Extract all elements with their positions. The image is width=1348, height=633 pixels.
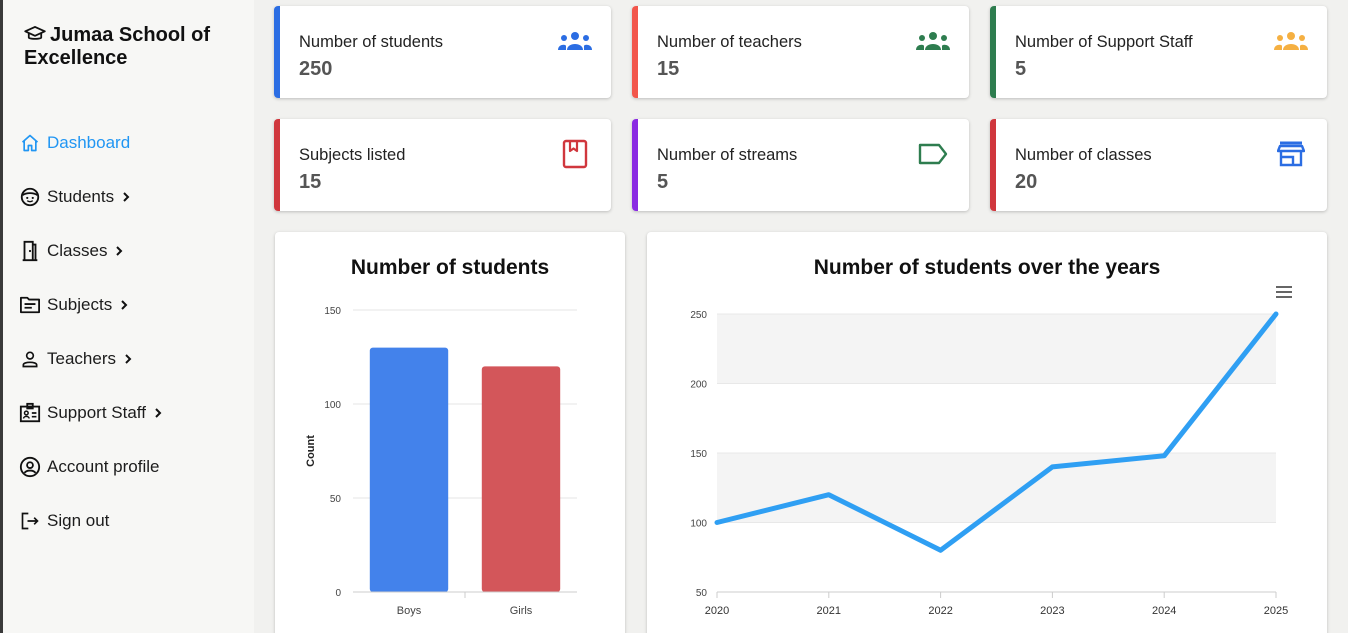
stat-card-teachers[interactable]: Number of teachers 15 xyxy=(632,6,969,98)
sidebar-item-subjects[interactable]: Subjects xyxy=(19,278,164,332)
x-tick-label: Boys xyxy=(397,605,422,617)
card-accent-bar xyxy=(632,6,638,98)
data-point-2020 xyxy=(715,520,719,525)
bar-chart: 0 50 100 150 Count Boys Girls xyxy=(305,306,577,617)
plot-band xyxy=(717,453,1276,523)
card-label: Number of streams xyxy=(657,146,798,164)
sidebar-item-label: Dashboard xyxy=(47,133,131,152)
card-accent-bar xyxy=(632,119,638,211)
card-value: 5 xyxy=(1015,58,1027,80)
group-icon xyxy=(1273,28,1309,54)
card-value: 20 xyxy=(1015,171,1038,193)
data-point-2024 xyxy=(1162,453,1167,458)
id-badge-icon xyxy=(19,402,41,424)
chevron-right-icon xyxy=(123,192,130,202)
y-axis-label: Count xyxy=(305,435,317,467)
bookmark-book-icon xyxy=(557,139,593,169)
sidebar: Jumaa School of Excellence Dashboard Stu… xyxy=(3,0,254,633)
data-point-2025 xyxy=(1274,312,1278,316)
card-value: 5 xyxy=(657,171,669,193)
stat-card-support-staff[interactable]: Number of Support Staff 5 xyxy=(990,6,1327,98)
x-tick-label: 2023 xyxy=(1040,605,1064,617)
sidebar-nav: Dashboard Students Classes Subjects Teac… xyxy=(19,116,164,548)
chevron-right-icon xyxy=(116,246,123,256)
y-tick-label: 200 xyxy=(690,380,707,391)
x-tick-label: 2025 xyxy=(1264,605,1288,617)
sidebar-item-label: Teachers xyxy=(47,349,116,368)
data-point-2023 xyxy=(1050,464,1055,469)
stat-card-subjects[interactable]: Subjects listed 15 xyxy=(274,119,611,211)
smiley-icon xyxy=(19,186,41,208)
sidebar-item-label: Account profile xyxy=(47,457,160,476)
card-label: Number of teachers xyxy=(657,33,802,51)
y-tick-label: 50 xyxy=(330,494,342,505)
y-tick-label: 50 xyxy=(696,588,708,599)
label-tag-icon xyxy=(915,141,951,167)
x-tick-label: Girls xyxy=(510,605,533,617)
data-point-2022 xyxy=(938,548,943,553)
sidebar-item-classes[interactable]: Classes xyxy=(19,224,164,278)
storefront-icon xyxy=(1273,141,1309,167)
y-tick-label: 0 xyxy=(335,588,341,599)
y-tick-label: 150 xyxy=(324,306,341,317)
plot-band xyxy=(717,314,1276,384)
bar-girls xyxy=(481,366,561,592)
card-value: 15 xyxy=(299,171,322,193)
home-icon xyxy=(19,132,41,154)
card-value: 15 xyxy=(657,58,680,80)
card-accent-bar xyxy=(990,119,996,211)
sidebar-item-label: Students xyxy=(47,187,115,206)
chevron-right-icon xyxy=(155,408,162,418)
data-point-2021 xyxy=(826,492,831,497)
bar-boys xyxy=(369,347,449,592)
y-tick-label: 100 xyxy=(690,519,707,530)
folder-icon xyxy=(19,294,41,316)
chevron-right-icon xyxy=(125,354,132,364)
x-tick-label: 2020 xyxy=(705,605,729,617)
account-circle-icon xyxy=(19,456,41,478)
card-accent-bar xyxy=(274,6,280,98)
sidebar-item-teachers[interactable]: Teachers xyxy=(19,332,164,386)
stat-card-students[interactable]: Number of students 250 xyxy=(274,6,611,98)
sidebar-item-support-staff[interactable]: Support Staff xyxy=(19,386,164,440)
group-icon xyxy=(915,28,951,54)
brand-name: Jumaa School of Excellence xyxy=(24,24,211,69)
graduation-cap-icon xyxy=(24,26,46,40)
sidebar-item-label: Subjects xyxy=(47,295,113,314)
sidebar-item-account-profile[interactable]: Account profile xyxy=(19,440,164,494)
stat-card-classes[interactable]: Number of classes 20 xyxy=(990,119,1327,211)
card-label: Number of classes xyxy=(1015,146,1152,164)
sidebar-item-label: Classes xyxy=(47,241,108,260)
chevron-right-icon xyxy=(121,300,128,310)
sidebar-item-students[interactable]: Students xyxy=(19,170,164,224)
person-icon xyxy=(19,348,41,370)
door-icon xyxy=(19,240,41,262)
card-accent-bar xyxy=(274,119,280,211)
sidebar-item-sign-out[interactable]: Sign out xyxy=(19,494,164,548)
group-icon xyxy=(557,28,593,54)
line-chart: 50 100 150 200 250 2020 2021 2022 2023 2024 2025 xyxy=(690,310,1288,617)
card-label: Subjects listed xyxy=(299,146,406,164)
y-tick-label: 250 xyxy=(690,310,707,321)
y-tick-label: 100 xyxy=(324,400,341,411)
x-tick-label: 2021 xyxy=(817,605,841,617)
y-tick-label: 150 xyxy=(690,449,707,460)
card-label: Number of Support Staff xyxy=(1015,33,1193,51)
card-label: Number of students xyxy=(299,33,443,51)
card-accent-bar xyxy=(990,6,996,98)
x-tick-label: 2024 xyxy=(1152,605,1176,617)
brand[interactable]: Jumaa School of Excellence xyxy=(24,24,249,70)
sign-out-icon xyxy=(19,510,41,532)
bar-chart-panel: Number of students 0 50 100 150 Count Boys Gir… xyxy=(275,232,625,633)
sidebar-item-label: Support Staff xyxy=(47,403,146,422)
card-value: 250 xyxy=(299,58,333,80)
stat-card-streams[interactable]: Number of streams 5 xyxy=(632,119,969,211)
sidebar-item-dashboard[interactable]: Dashboard xyxy=(19,116,164,170)
line-chart-panel: Number of students over the years 50 100 1… xyxy=(647,232,1327,633)
sidebar-item-label: Sign out xyxy=(47,511,110,530)
x-tick-label: 2022 xyxy=(928,605,952,617)
